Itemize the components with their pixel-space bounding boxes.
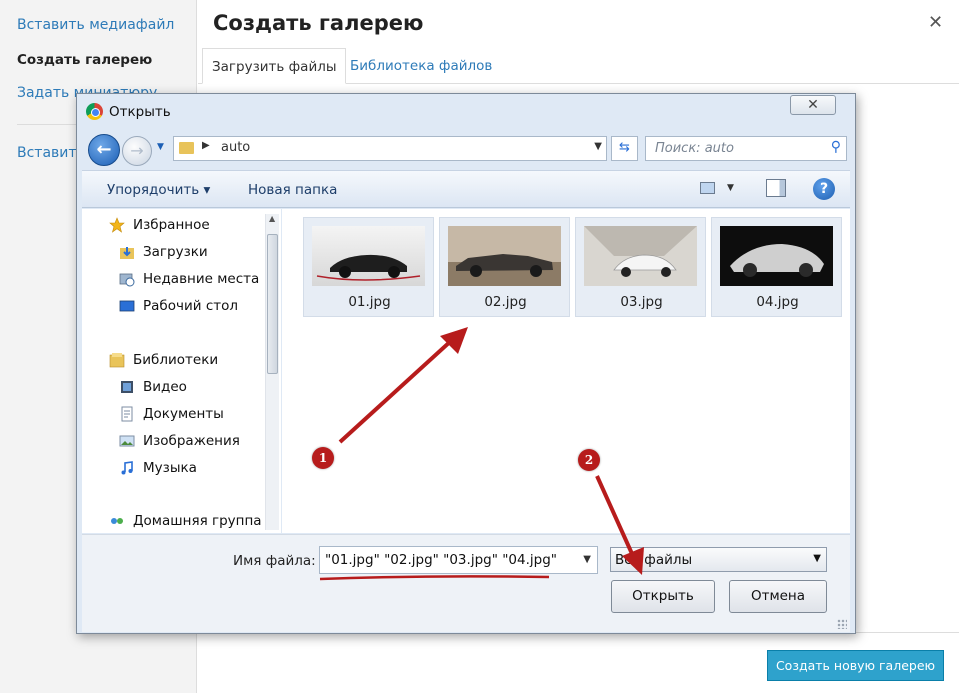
sidebar-item-insert-url[interactable]: Вставить [17,145,85,161]
star-icon [109,217,125,233]
file-name: 01.jpg [348,294,391,310]
dialog-close-button[interactable]: ✕ [790,95,836,115]
libraries-icon [109,353,125,368]
documents-icon [121,406,133,422]
file-list-pane: 01.jpg 02.jpg 03.jpg 04.jpg [282,209,850,533]
car-thumbnail-icon [720,226,833,286]
nav-desktop[interactable]: Рабочий стол [143,298,238,314]
car-thumbnail-icon [312,226,425,286]
dialog-toolbar: Упорядочить ▾ Новая папка ▼ ? [82,170,850,208]
tab-upload-files[interactable]: Загрузить файлы [202,48,346,84]
nav-music[interactable]: Музыка [143,460,197,476]
scroll-up-icon[interactable]: ▲ [269,214,275,223]
step-2-badge: 2 [578,449,600,471]
filetype-value: Все файлы [615,552,693,568]
dialog-footer: Имя файла: "01.jpg" "02.jpg" "03.jpg" "0… [82,534,850,632]
back-arrow-icon[interactable]: ← [88,134,120,166]
search-placeholder: Поиск: auto [655,141,734,156]
navigation-scrollbar[interactable]: ▲ [265,214,279,530]
video-icon [121,381,133,393]
cancel-button[interactable]: Отмена [729,580,827,613]
nav-libraries[interactable]: Библиотеки [133,352,218,368]
refresh-icon[interactable]: ⇆ [611,136,638,161]
filename-value: "01.jpg" "02.jpg" "03.jpg" "04.jpg" [325,552,557,568]
open-button[interactable]: Открыть [611,580,715,613]
file-tile-04[interactable]: 04.jpg [711,217,842,317]
filetype-dropdown-icon[interactable]: ▼ [813,553,821,564]
tab-media-library[interactable]: Библиотека файлов [341,48,500,84]
history-dropdown-icon[interactable]: ▼ [157,142,164,152]
nav-video[interactable]: Видео [143,379,187,395]
filename-input[interactable]: "01.jpg" "02.jpg" "03.jpg" "04.jpg" ▼ [319,546,598,574]
nav-images[interactable]: Изображения [143,433,240,449]
view-dropdown-icon[interactable]: ▼ [727,183,734,193]
forward-arrow-icon[interactable]: → [122,136,152,166]
sidebar-item-create-gallery[interactable]: Создать галерею [17,52,152,68]
modal-close-icon[interactable]: ✕ [928,12,943,33]
nav-recent-places[interactable]: Недавние места [143,271,259,287]
folder-icon [179,142,194,154]
search-icon[interactable]: ⚲ [831,139,841,155]
navigation-pane: Избранное Загрузки Недавние места Рабочи… [82,209,281,533]
address-dropdown-icon[interactable]: ▼ [594,141,602,152]
help-icon[interactable]: ? [813,178,835,200]
recent-places-icon [119,273,135,287]
step-1-badge: 1 [312,447,334,469]
dialog-title: Открыть [109,104,171,120]
file-name: 04.jpg [756,294,799,310]
desktop-icon [119,300,135,312]
new-folder-button[interactable]: Новая папка [248,182,337,198]
file-name: 02.jpg [484,294,527,310]
chrome-icon [86,103,103,120]
preview-pane-icon[interactable] [766,179,786,197]
resize-grip-icon[interactable] [837,619,847,629]
search-input[interactable]: Поиск: auto ⚲ [645,136,847,161]
view-mode-icon[interactable] [700,182,715,194]
open-file-dialog: Открыть ✕ ← → ▼ ▶ auto ▼ ⇆ Поиск: auto ⚲… [76,93,856,634]
car-thumbnail-icon [584,226,697,286]
sidebar-item-insert-media[interactable]: Вставить медиафайл [17,17,174,33]
downloads-folder-icon [120,247,134,259]
file-tile-01[interactable]: 01.jpg [303,217,434,317]
address-bar[interactable]: ▶ auto ▼ [173,136,607,161]
create-gallery-button[interactable]: Создать новую галерею [767,650,944,681]
file-tile-02[interactable]: 02.jpg [439,217,570,317]
filename-label: Имя файла: [233,553,316,569]
filename-dropdown-icon[interactable]: ▼ [583,554,591,565]
breadcrumb-arrow-icon[interactable]: ▶ [202,140,210,151]
nav-downloads[interactable]: Загрузки [143,244,208,260]
filetype-select[interactable]: Все файлы ▼ [610,547,827,572]
images-icon [119,435,135,447]
nav-documents[interactable]: Документы [143,406,224,422]
homegroup-icon [111,518,123,524]
music-icon [121,461,133,475]
nav-favorites[interactable]: Избранное [133,217,210,233]
nav-homegroup[interactable]: Домашняя группа [133,513,262,529]
scrollbar-thumb[interactable] [267,234,278,374]
file-name: 03.jpg [620,294,663,310]
organize-button[interactable]: Упорядочить ▾ [107,182,210,198]
address-path: auto [221,140,251,155]
file-tile-03[interactable]: 03.jpg [575,217,706,317]
modal-title: Создать галерею [213,11,424,35]
car-thumbnail-icon [448,226,561,286]
